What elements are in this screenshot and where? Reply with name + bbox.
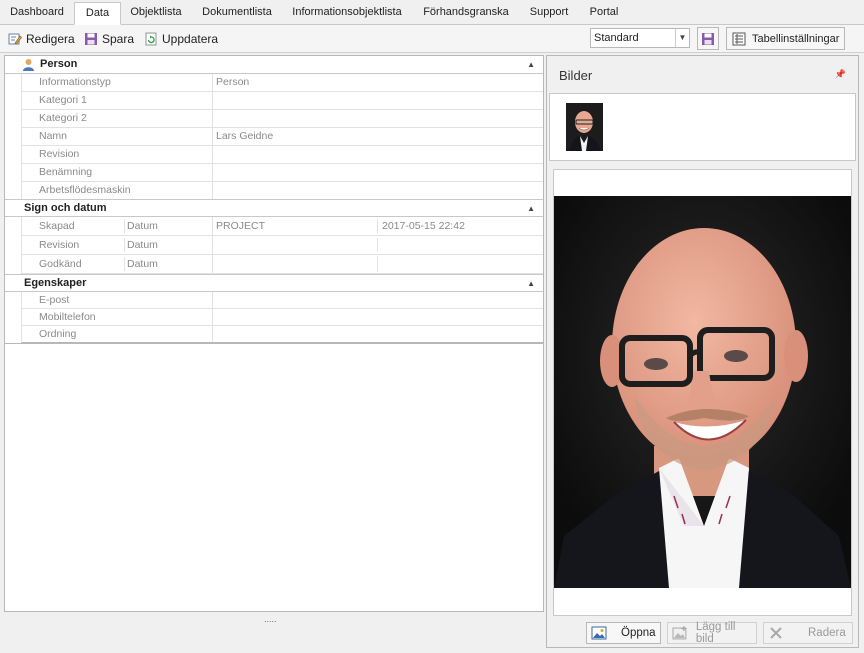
row-kategori-1[interactable]: Kategori 1 [21,92,543,110]
view-select-value: Standard [594,32,639,44]
collapse-icon[interactable]: ▲ [527,56,535,73]
row-label: Ordning [39,328,77,340]
row-label: Informationstyp [39,76,111,88]
tab-data[interactable]: Data [74,2,121,25]
refresh-icon [145,32,157,46]
edit-label: Redigera [26,32,75,46]
group-egenskaper[interactable]: Egenskaper ▲ [5,274,543,292]
row-sublabel: Datum [127,220,158,232]
tab-portal[interactable]: Portal [584,2,624,25]
refresh-label: Uppdatera [162,32,219,46]
row-label: Revision [39,148,80,160]
row-label: Revision [39,239,80,251]
row-ordning[interactable]: Ordning [21,326,543,343]
row-godkand[interactable]: Godkänd Datum [21,255,543,274]
image-icon [591,626,607,640]
pin-icon[interactable]: 📌 [835,69,846,80]
delete-image-label: Radera [808,627,846,639]
save-button[interactable]: Spara [84,29,134,49]
row-label: Skapad [39,220,75,232]
row-value[interactable]: PROJECT [216,217,265,235]
property-grid: Person ▲ Informationstyp Person Kategori … [4,55,544,612]
group-sign-title: Sign och datum [24,202,107,214]
group-egenskaper-title: Egenskaper [24,277,87,289]
open-image-button[interactable]: Öppna [586,622,661,644]
group-sign[interactable]: Sign och datum ▲ [5,199,543,217]
group-person-title: Person [40,58,78,70]
group-person[interactable]: Person ▲ [5,56,543,74]
save-icon [702,32,714,45]
grid-bottom-border [5,343,543,344]
row-label: Arbetsflödesmaskin [39,184,131,196]
add-image-icon [672,626,687,640]
image-preview [554,196,851,588]
row-label: Benämning [39,166,93,178]
collapse-icon[interactable]: ▲ [527,275,535,292]
row-epost[interactable]: E-post [21,292,543,309]
open-image-label: Öppna [621,627,656,639]
delete-icon [770,627,782,639]
row-label: Namn [39,130,68,142]
row-revision[interactable]: Revision [21,146,543,164]
delete-image-button[interactable]: Radera [763,622,853,644]
add-image-button[interactable]: Lägg till bild [667,621,757,645]
edit-button[interactable]: Redigera [8,29,75,49]
row-sublabel: Datum [127,239,158,251]
tab-bar: Dashboard Data Objektlista Dokumentlista… [0,0,864,25]
toolbar: Redigera Spara Uppdatera Standard ▼ Tabe… [0,25,864,53]
refresh-button[interactable]: Uppdatera [144,29,218,49]
tab-dashboard[interactable]: Dashboard [4,2,70,25]
row-sublabel: Datum [127,258,158,270]
save-view-button[interactable] [697,27,719,50]
row-skapad[interactable]: Skapad Datum PROJECT 2017-05-15 22:42 [21,217,543,236]
row-label: Kategori 2 [39,112,87,124]
collapse-icon[interactable]: ▲ [527,200,535,217]
row-mobiltelefon[interactable]: Mobiltelefon [21,309,543,326]
image-preview-frame [553,169,852,616]
row-value-date[interactable]: 2017-05-15 22:42 [382,217,465,235]
row-kategori-2[interactable]: Kategori 2 [21,110,543,128]
row-label: Godkänd [39,258,82,270]
edit-icon [8,33,22,45]
images-panel: Bilder 📌 Öppna Lägg till bild Radera [546,55,859,648]
row-value[interactable]: Lars Geidne [216,128,273,145]
row-label: Mobiltelefon [39,311,96,323]
tab-forhandsgranska[interactable]: Förhandsgranska [418,2,514,25]
row-revision-sign[interactable]: Revision Datum [21,236,543,255]
view-select[interactable]: Standard ▼ [590,28,690,48]
pane-splitter[interactable]: ..... [264,614,277,624]
row-label: E-post [39,294,70,306]
row-informationstyp[interactable]: Informationstyp Person [21,74,543,92]
save-label: Spara [102,32,135,46]
tab-dokumentlista[interactable]: Dokumentlista [196,2,278,25]
table-settings-icon [732,32,746,45]
row-value[interactable]: Person [216,74,249,91]
thumbnail-image[interactable] [566,103,603,151]
person-icon [23,59,34,71]
images-panel-title: Bilder [559,68,593,83]
row-arbetsflodesmaskin[interactable]: Arbetsflödesmaskin [21,182,543,200]
table-settings-label: Tabellinställningar [752,32,840,45]
add-image-label: Lägg till bild [695,621,736,645]
chevron-down-icon[interactable]: ▼ [675,29,689,47]
row-namn[interactable]: Namn Lars Geidne [21,128,543,146]
tab-support[interactable]: Support [524,2,574,25]
tab-informationsobjektlista[interactable]: Informationsobjektlista [286,2,408,25]
row-label: Kategori 1 [39,94,87,106]
tab-objektlista[interactable]: Objektlista [124,2,188,25]
row-benamning[interactable]: Benämning [21,164,543,182]
table-settings-button[interactable]: Tabellinställningar [726,27,845,50]
save-icon [85,33,97,45]
thumbnail-strip [549,93,856,161]
